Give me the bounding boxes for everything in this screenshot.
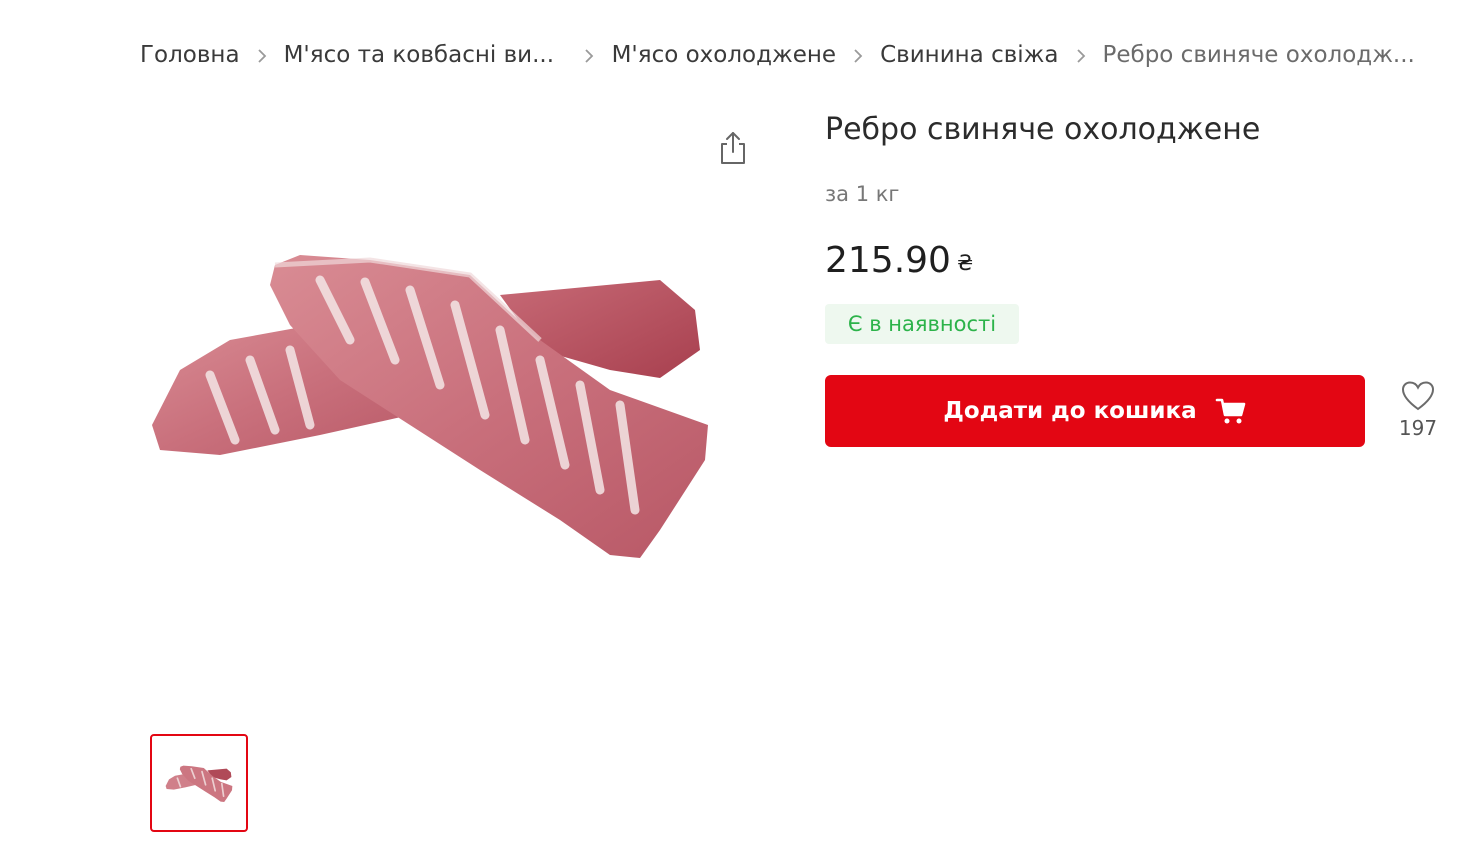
product-unit: за 1 кг <box>825 182 900 206</box>
chevron-right-icon <box>240 45 284 66</box>
product-title: Ребро свиняче охолоджене <box>825 112 1261 147</box>
product-page: Головна М'ясо та ковбасні ви... М'ясо ох… <box>0 0 1470 867</box>
favorites-count: 197 <box>1398 416 1438 440</box>
breadcrumb-fresh-pork[interactable]: Свинина свіжа <box>880 42 1058 68</box>
availability-badge: Є в наявності <box>825 304 1019 344</box>
cart-icon <box>1215 396 1247 426</box>
breadcrumb-chilled-meat[interactable]: М'ясо охолоджене <box>612 42 837 68</box>
favorite-button[interactable]: 197 <box>1392 380 1444 446</box>
currency-symbol: ₴ <box>956 251 974 275</box>
breadcrumb-home[interactable]: Головна <box>140 42 240 68</box>
share-button[interactable] <box>714 128 752 168</box>
heart-icon <box>1401 381 1435 411</box>
product-main-image <box>140 200 720 600</box>
breadcrumb-current-product: Ребро свиняче охолодж... <box>1102 42 1415 68</box>
add-to-cart-label: Додати до кошика <box>943 398 1197 424</box>
pork-ribs-thumbnail-image <box>165 765 233 802</box>
chevron-right-icon <box>566 45 612 66</box>
breadcrumb-meat-and-sausages[interactable]: М'ясо та ковбасні ви... <box>284 42 566 68</box>
pork-ribs-image <box>152 255 708 558</box>
chevron-right-icon <box>1059 45 1103 66</box>
price-value: 215.90 <box>825 240 951 281</box>
share-icon <box>721 132 745 164</box>
chevron-right-icon <box>836 45 880 66</box>
breadcrumb: Головна М'ясо та ковбасні ви... М'ясо ох… <box>140 38 1415 72</box>
add-to-cart-button[interactable]: Додати до кошика <box>825 375 1365 447</box>
product-thumbnail[interactable] <box>150 734 248 832</box>
product-price: 215.90 ₴ <box>825 240 973 281</box>
